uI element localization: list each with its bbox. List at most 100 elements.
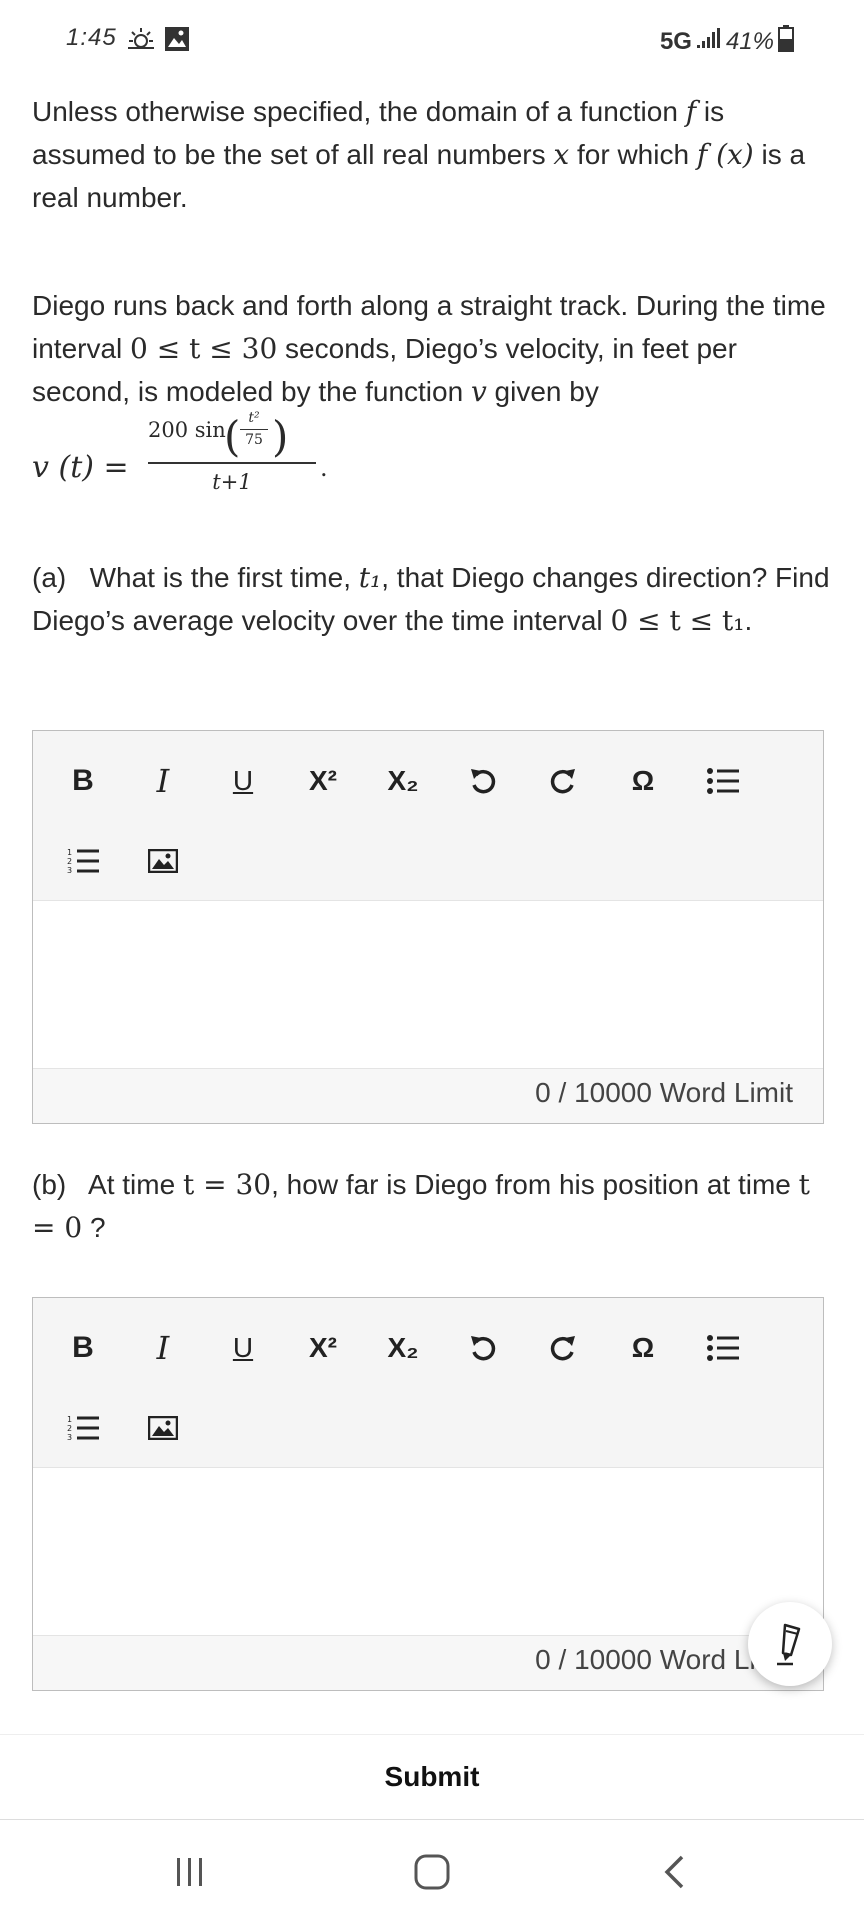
numbered-list-icon: 123 <box>67 1415 99 1442</box>
underline-button[interactable]: U <box>219 1324 267 1372</box>
numbered-list-button[interactable]: 123 <box>59 1404 107 1452</box>
answer-editor-a: B I U X² X₂ Ω 123 0 / 10000 Word Limit <box>32 730 824 1124</box>
superscript-button[interactable]: X² <box>299 757 347 805</box>
bullet-list-icon <box>707 768 739 794</box>
math-t-30: t = 30 <box>182 1168 272 1201</box>
subscript-button[interactable]: X₂ <box>379 757 427 805</box>
editor-toolbar: B I U X² X₂ Ω 123 <box>33 731 823 901</box>
svg-text:3: 3 <box>67 1433 72 1442</box>
part-a-period: . <box>744 605 753 636</box>
superscript-button[interactable]: X² <box>299 1324 347 1372</box>
part-b-label: (b) <box>32 1169 67 1200</box>
svg-text:2: 2 <box>67 857 72 866</box>
problem-statement: Diego runs back and forth along a straig… <box>32 284 832 413</box>
velocity-formula: v (t) = 200 sin ( t² 75 ) t+1 . <box>32 410 352 500</box>
submit-button[interactable]: Submit <box>385 1761 480 1793</box>
math-interval-t1: 0 ≤ t ≤ t₁ <box>610 604 745 637</box>
system-nav-bar <box>0 1820 864 1920</box>
part-b-text-1: At time <box>88 1169 176 1200</box>
italic-button[interactable]: I <box>139 757 187 805</box>
home-button[interactable] <box>402 1850 462 1894</box>
back-icon <box>664 1855 684 1889</box>
special-char-button[interactable]: Ω <box>619 757 667 805</box>
back-button[interactable] <box>644 1850 704 1894</box>
part-a-question: (a) What is the first time, t₁, that Die… <box>32 556 832 642</box>
undo-icon <box>471 1336 496 1361</box>
math-time-interval: 0 ≤ t ≤ 30 <box>130 332 278 365</box>
svg-text:3: 3 <box>67 866 72 875</box>
bullet-list-button[interactable] <box>699 757 747 805</box>
status-time: 1:45 <box>66 24 117 51</box>
formula-period: . <box>320 454 328 482</box>
formula-inner-num: t² <box>248 410 260 426</box>
formula-inner-den: 75 <box>245 432 263 448</box>
redo-icon <box>550 769 575 794</box>
special-char-button[interactable]: Ω <box>619 1324 667 1372</box>
submit-bar: Submit <box>0 1734 864 1820</box>
formula-fraction-bar <box>148 462 316 464</box>
svg-text:1: 1 <box>67 1415 72 1424</box>
editor-footer: 0 / 10000 Word Limit <box>33 1636 823 1690</box>
status-right: 5G 41% <box>660 24 794 59</box>
redo-button[interactable] <box>539 1324 587 1372</box>
weather-icon <box>126 26 156 57</box>
domain-note-text-3: for which <box>576 139 690 170</box>
math-f: f <box>685 95 697 128</box>
formula-denominator: t+1 <box>212 470 252 494</box>
numbered-list-icon: 123 <box>67 848 99 875</box>
battery-icon <box>778 24 794 59</box>
insert-image-button[interactable] <box>139 1404 187 1452</box>
bullet-list-button[interactable] <box>699 1324 747 1372</box>
pencil-icon <box>777 1623 801 1666</box>
redo-button[interactable] <box>539 757 587 805</box>
word-count: 0 / 10000 Word Limit <box>535 1077 793 1108</box>
subscript-button[interactable]: X₂ <box>379 1324 427 1372</box>
network-label: 5G <box>659 27 692 55</box>
floating-edit-button[interactable] <box>748 1602 832 1686</box>
formula-inner-bar <box>240 429 268 430</box>
undo-icon <box>471 769 496 794</box>
problem-text-3: given by <box>494 376 599 407</box>
battery-percent: 41% <box>725 27 774 55</box>
editor-text-area[interactable] <box>33 901 823 1069</box>
math-t1: t₁ <box>358 561 382 594</box>
gallery-icon <box>164 26 190 57</box>
svg-text:2: 2 <box>67 1424 72 1433</box>
svg-text:1: 1 <box>67 848 72 857</box>
numbered-list-button[interactable]: 123 <box>59 837 107 885</box>
math-x: x <box>553 138 570 171</box>
formula-paren-close: ) <box>272 412 289 461</box>
bullet-list-icon <box>707 1335 739 1361</box>
insert-image-button[interactable] <box>139 837 187 885</box>
formula-lhs: v (t) = <box>32 450 129 485</box>
math-v: v <box>470 375 487 408</box>
status-bar: 1:45 5G 41% <box>0 0 864 80</box>
undo-button[interactable] <box>459 757 507 805</box>
undo-button[interactable] <box>459 1324 507 1372</box>
signal-icon <box>696 27 722 56</box>
domain-note-text-1: Unless otherwise specified, the domain o… <box>32 96 678 127</box>
math-fx: f (x) <box>696 138 754 171</box>
formula-numerator: 200 sin <box>148 418 226 442</box>
part-b-text-2: , how far is Diego from his position at … <box>271 1169 791 1200</box>
underline-button[interactable]: U <box>219 757 267 805</box>
italic-button[interactable]: I <box>139 1324 187 1372</box>
recent-apps-icon <box>177 1858 202 1886</box>
image-icon <box>148 1416 178 1440</box>
editor-footer: 0 / 10000 Word Limit <box>33 1069 823 1123</box>
part-b-question-mark: ? <box>82 1212 106 1243</box>
editor-text-area[interactable] <box>33 1468 823 1636</box>
recent-apps-button[interactable] <box>160 1850 220 1894</box>
part-b-question: (b) At time t = 30, how far is Diego fro… <box>32 1163 832 1249</box>
part-a-label: (a) <box>32 562 67 593</box>
domain-note: Unless otherwise specified, the domain o… <box>32 90 832 219</box>
bold-button[interactable]: B <box>59 1324 107 1372</box>
bold-button[interactable]: B <box>59 757 107 805</box>
part-a-text-1: What is the first time, <box>89 562 351 593</box>
formula-num-coef: 200 sin <box>148 418 226 442</box>
answer-editor-b: B I U X² X₂ Ω 123 0 / 10000 Word Limit <box>32 1297 824 1691</box>
image-icon <box>148 849 178 873</box>
editor-toolbar: B I U X² X₂ Ω 123 <box>33 1298 823 1468</box>
home-icon <box>414 1854 450 1890</box>
redo-icon <box>550 1336 575 1361</box>
